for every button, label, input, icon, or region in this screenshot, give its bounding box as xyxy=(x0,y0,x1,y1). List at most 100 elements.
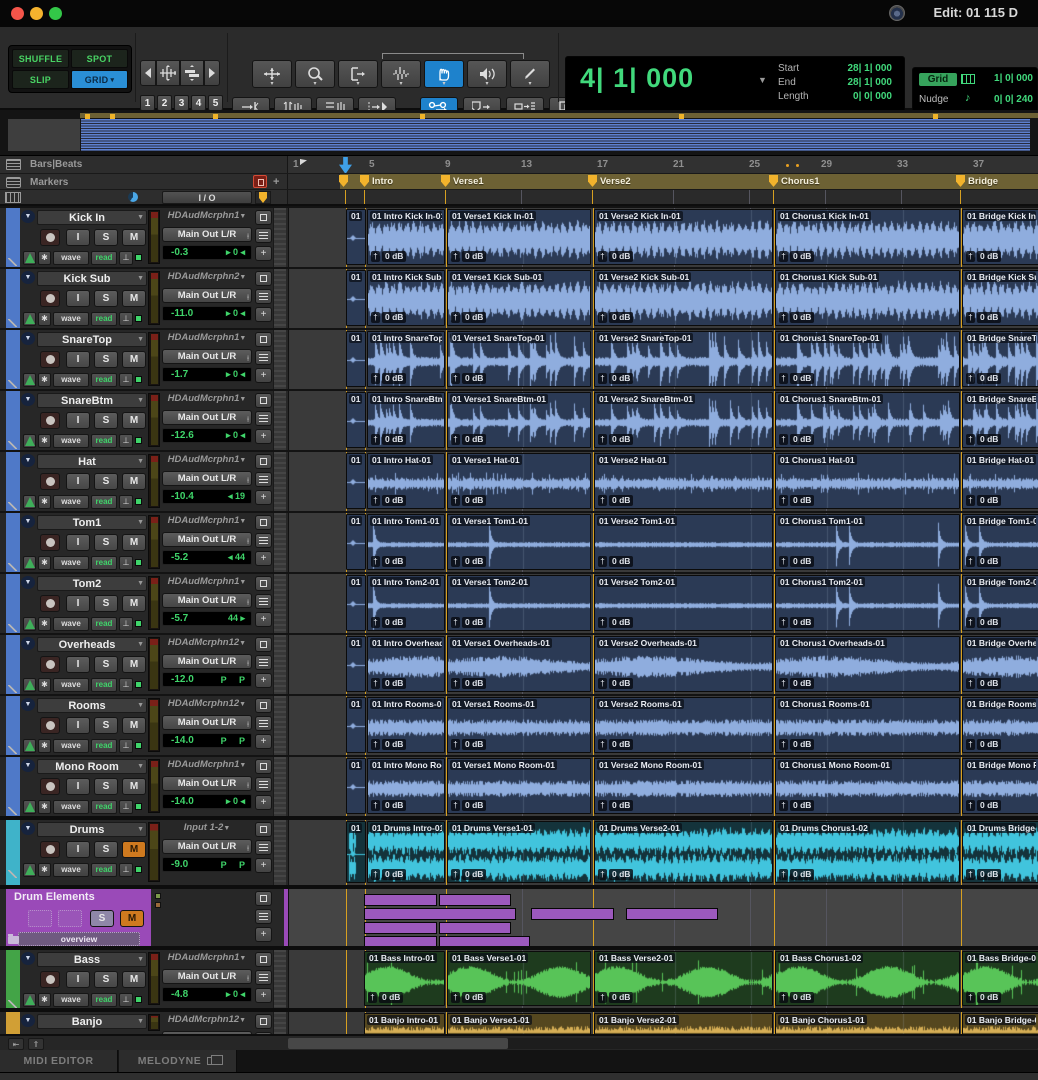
marker-column-header[interactable] xyxy=(255,191,271,204)
clip-gain-icon[interactable]: † xyxy=(966,678,975,689)
automation-mode-button[interactable]: read xyxy=(91,373,117,387)
clip-gain-icon[interactable]: † xyxy=(371,251,380,262)
clip-gain-icon[interactable]: † xyxy=(451,495,460,506)
audio-clip[interactable]: 01 xyxy=(346,331,366,387)
audio-clip[interactable]: 01 Bridge Tom2-01†0 dB xyxy=(962,575,1038,631)
note-icon[interactable]: ♪ xyxy=(965,92,971,104)
clip-name[interactable]: 01 Intro Mono Room-01 xyxy=(370,760,442,770)
elastic-audio-icon[interactable]: ✱ xyxy=(38,556,51,570)
voice-selector-icon[interactable] xyxy=(23,800,36,814)
clip-gain-value[interactable]: 0 dB xyxy=(609,800,633,811)
output-selector[interactable]: Main Out L/R⍿ xyxy=(162,839,252,854)
midi-clip[interactable] xyxy=(364,894,437,906)
bars-ruler[interactable]: 15913172125293337 xyxy=(288,156,1038,173)
automation-mode-button[interactable]: read xyxy=(91,556,117,570)
clip-gain-chip[interactable]: †0 dB xyxy=(371,373,406,384)
input-monitor-button[interactable]: I xyxy=(66,656,90,673)
collapse-track-icon[interactable]: ▼ xyxy=(21,393,35,406)
collapse-track-icon[interactable]: ▼ xyxy=(21,952,35,965)
volume-value[interactable]: -0.3 xyxy=(171,247,188,258)
audio-clip[interactable]: 01 Bridge Kick Sub-01†0 dB xyxy=(962,270,1038,326)
nudge-value[interactable]: 0| 0| 240 xyxy=(994,94,1033,105)
record-enable-button[interactable] xyxy=(40,412,60,429)
clip-name[interactable]: 01 Bridge Rooms-01 xyxy=(965,699,1036,709)
clip-gain-chip[interactable]: †0 dB xyxy=(598,434,633,445)
solo-button[interactable]: S xyxy=(94,971,118,988)
elastic-audio-icon[interactable]: ✱ xyxy=(38,800,51,814)
clip-name[interactable]: 01 xyxy=(349,455,362,465)
clip-gain-icon[interactable]: † xyxy=(451,739,460,750)
clip-name[interactable]: 01 Verse1 Rooms-01 xyxy=(450,699,537,709)
volume-value[interactable]: -5.2 xyxy=(171,552,188,563)
freeze-button[interactable] xyxy=(255,393,272,408)
freeze-button[interactable] xyxy=(255,515,272,530)
clip-gain-chip[interactable]: †0 dB xyxy=(598,495,633,506)
audio-clip[interactable]: 01 Intro Hat-01†0 dB xyxy=(367,453,445,509)
zoom-preset-5[interactable]: 5 xyxy=(208,95,223,111)
timebase-clock-icon[interactable] xyxy=(128,192,138,202)
output-window-icon[interactable]: ⊥ xyxy=(119,863,133,877)
midi-clip[interactable] xyxy=(439,922,511,934)
collapse-track-icon[interactable]: ▼ xyxy=(21,759,35,772)
solo-button[interactable]: S xyxy=(94,412,118,429)
ruler-menu-icon[interactable] xyxy=(6,159,21,170)
pan-value[interactable]: 44 ▸ xyxy=(228,613,245,624)
clip-gain-chip[interactable]: †0 dB xyxy=(371,434,406,445)
clip-gain-value[interactable]: 0 dB xyxy=(609,556,633,567)
audio-clip[interactable]: 01 Bridge SnareBtm-01†0 dB xyxy=(962,392,1038,448)
markers-menu-icon[interactable] xyxy=(6,177,21,188)
universe-view[interactable] xyxy=(0,110,1038,156)
comments-button[interactable] xyxy=(255,655,272,670)
clip-gain-icon[interactable]: † xyxy=(966,373,975,384)
track-view-selector[interactable]: wave xyxy=(53,800,89,814)
track-name-box[interactable]: SnareTop▼ xyxy=(37,332,147,347)
clip-gain-chip[interactable]: †0 dB xyxy=(598,312,633,323)
clip-name[interactable]: 01 Bridge Tom1-01 xyxy=(965,516,1036,526)
track-name[interactable]: Overheads xyxy=(38,639,136,651)
clip-name[interactable]: 01 xyxy=(349,577,362,587)
scrollbar-thumb[interactable] xyxy=(288,1038,508,1049)
track-name-box[interactable]: Drums▼ xyxy=(37,822,147,837)
universe-view-box[interactable] xyxy=(8,119,80,151)
solo-button[interactable]: S xyxy=(94,351,118,368)
clip-gain-chip[interactable]: †0 dB xyxy=(966,992,1001,1003)
clip-gain-icon[interactable]: † xyxy=(598,869,607,880)
clip-gain-chip[interactable]: †0 dB xyxy=(966,312,1001,323)
track-name-box[interactable]: Kick Sub▼ xyxy=(37,271,147,286)
clip-gain-chip[interactable]: †0 dB xyxy=(598,992,633,1003)
record-enable-button[interactable] xyxy=(40,971,60,988)
audio-clip[interactable]: 01 Banjo Verse1-01 xyxy=(447,1013,591,1034)
volume-pan-display[interactable]: -1.7▸ 0 ◂ xyxy=(162,367,252,382)
track-lane[interactable]: 0101 Intro Kick Sub-01†0 dB01 Verse1 Kic… xyxy=(288,269,1038,328)
add-insert-button[interactable]: + xyxy=(255,246,272,261)
track-name-box[interactable]: Kick In▼ xyxy=(37,210,147,225)
collapse-track-icon[interactable]: ▼ xyxy=(21,822,35,835)
add-insert-button[interactable]: + xyxy=(255,734,272,749)
clip-gain-icon[interactable]: † xyxy=(451,678,460,689)
input-selector[interactable]: HDAdMcrphn12▼ xyxy=(162,698,252,711)
clip-name[interactable]: 01 Intro Rooms-01 xyxy=(370,699,442,709)
midi-clip[interactable] xyxy=(531,908,614,920)
audio-clip[interactable]: 01 Verse2 Rooms-01†0 dB xyxy=(594,697,773,753)
add-insert-button[interactable]: + xyxy=(255,988,272,1003)
clip-gain-value[interactable]: 0 dB xyxy=(609,495,633,506)
audio-clip[interactable]: 01 Intro Rooms-01†0 dB xyxy=(367,697,445,753)
track-name-box[interactable]: Hat▼ xyxy=(37,454,147,469)
audio-clip[interactable]: 01 Bass Verse1-01†0 dB xyxy=(447,951,591,1006)
track-name-box[interactable]: Bass▼ xyxy=(37,952,147,967)
track-name-dropdown-icon[interactable]: ▼ xyxy=(137,397,144,404)
track-view-selector[interactable]: wave xyxy=(53,373,89,387)
track-name[interactable]: Drums xyxy=(38,824,136,836)
voice-selector-icon[interactable] xyxy=(23,434,36,448)
pan-value[interactable]: ▸ 0 ◂ xyxy=(226,247,245,258)
clip-name[interactable]: 01 Intro Kick Sub-01 xyxy=(370,272,442,282)
output-selector[interactable]: Main Out L/R⍿ xyxy=(162,410,252,425)
clip-gain-chip[interactable]: †0 dB xyxy=(451,251,486,262)
clip-name[interactable]: 01 xyxy=(349,333,362,343)
clip-gain-chip[interactable]: †0 dB xyxy=(371,617,406,628)
add-insert-button[interactable]: + xyxy=(255,927,272,942)
solo-button[interactable]: S xyxy=(94,595,118,612)
track-name-box[interactable]: Mono Room▼ xyxy=(37,759,147,774)
audio-clip[interactable]: 01 Chorus1 Mono Room-01†0 dB xyxy=(775,758,960,814)
io-column-header[interactable]: I / O xyxy=(162,191,252,204)
